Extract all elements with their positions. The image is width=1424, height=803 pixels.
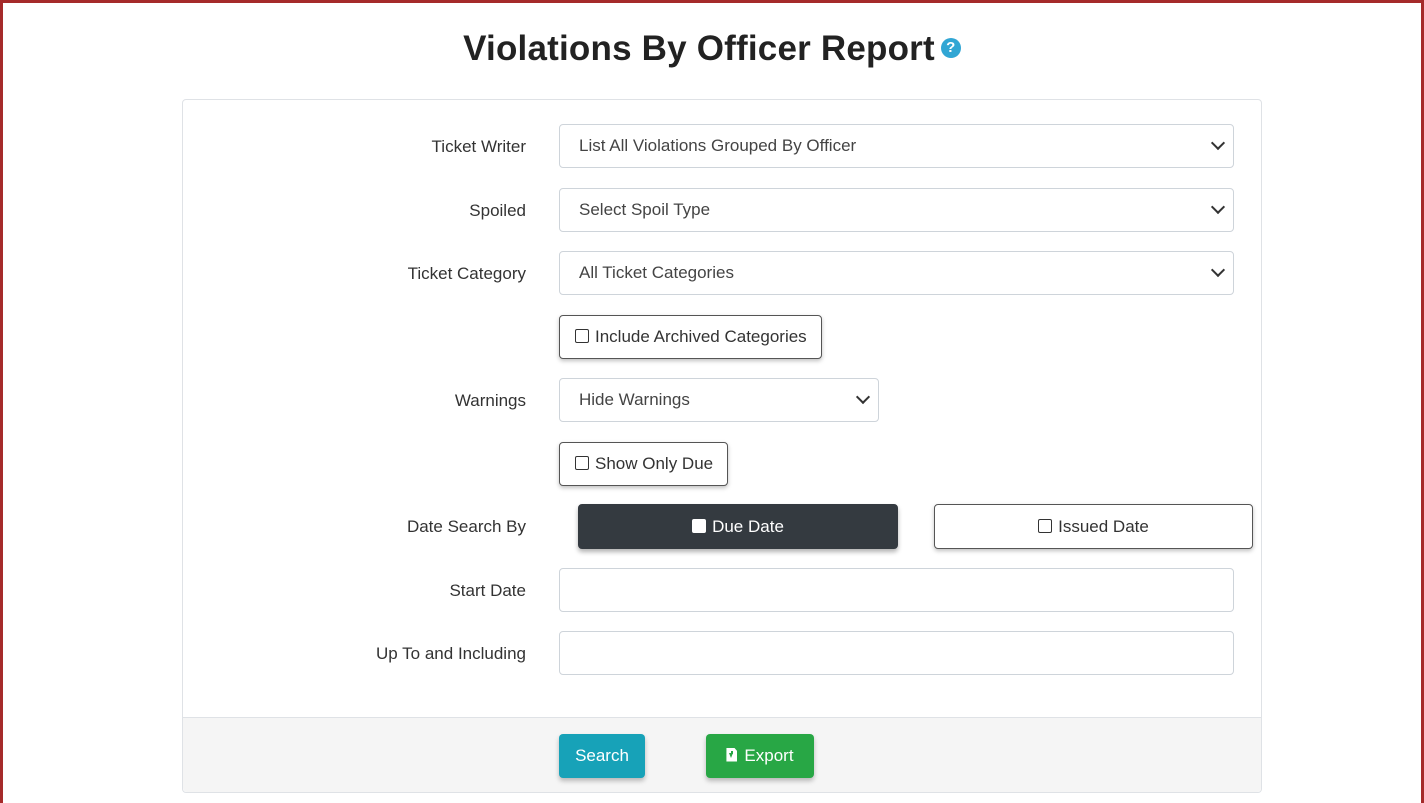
checkbox-icon [692, 518, 707, 533]
ticket-writer-selected-value: List All Violations Grouped By Officer [579, 136, 857, 155]
include-archived-categories-label: Include Archived Categories [595, 327, 807, 346]
end-date-input[interactable] [559, 631, 1234, 675]
search-button-label: Search [575, 746, 629, 765]
ticket-category-select[interactable]: All Ticket Categories [559, 251, 1234, 295]
issued-date-option-button[interactable]: Issued Date [934, 504, 1253, 549]
ticket-category-label: Ticket Category [407, 264, 526, 283]
checkbox-icon [575, 455, 589, 470]
chevron-down-icon [1210, 135, 1226, 151]
chevron-down-icon [855, 389, 871, 405]
issued-date-option-label: Issued Date [1058, 517, 1149, 536]
export-button[interactable]: Export [706, 734, 814, 778]
checkbox-icon [1038, 518, 1053, 533]
warnings-label: Warnings [454, 391, 526, 410]
search-button[interactable]: Search [559, 734, 645, 778]
ticket-writer-label: Ticket Writer [431, 137, 526, 156]
due-date-option-label: Due Date [712, 517, 784, 536]
chevron-down-icon [1210, 262, 1226, 278]
warnings-select[interactable]: Hide Warnings [559, 378, 879, 422]
page-title-row: Violations By Officer Report? [3, 29, 1421, 69]
ticket-writer-select[interactable]: List All Violations Grouped By Officer [559, 124, 1234, 168]
chevron-down-icon [1210, 199, 1226, 215]
spoiled-select[interactable]: Select Spoil Type [559, 188, 1234, 232]
show-only-due-label: Show Only Due [595, 454, 714, 473]
spoiled-label: Spoiled [469, 201, 526, 220]
end-date-label: Up To and Including [376, 644, 526, 663]
warnings-selected-value: Hide Warnings [579, 390, 690, 409]
include-archived-categories-toggle[interactable]: Include Archived Categories [559, 315, 822, 359]
checkbox-icon [575, 328, 589, 343]
file-download-icon [726, 747, 738, 762]
due-date-option-button[interactable]: Due Date [578, 504, 898, 549]
start-date-input[interactable] [559, 568, 1234, 612]
spoiled-selected-value: Select Spoil Type [579, 200, 711, 219]
page-frame: Violations By Officer Report? Ticket Wri… [0, 0, 1424, 803]
ticket-category-selected-value: All Ticket Categories [579, 263, 734, 282]
export-button-label: Export [744, 746, 794, 765]
start-date-label: Start Date [449, 581, 526, 600]
date-search-by-label: Date Search By [406, 517, 526, 536]
show-only-due-toggle[interactable]: Show Only Due [559, 442, 729, 486]
help-icon[interactable]: ? [940, 37, 961, 58]
page-title: Violations By Officer Report [463, 29, 935, 68]
